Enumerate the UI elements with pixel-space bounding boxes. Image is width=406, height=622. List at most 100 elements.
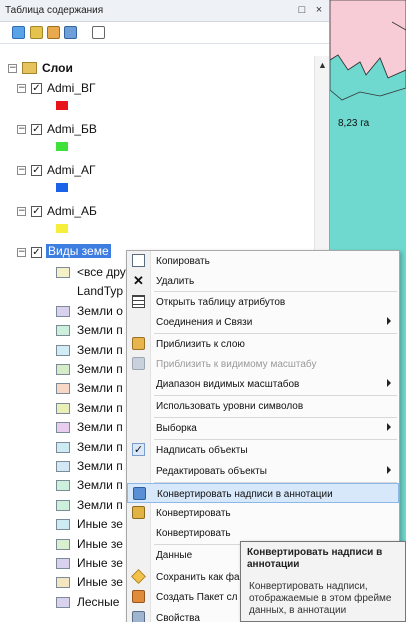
scroll-up-icon[interactable]: ▲: [318, 60, 327, 70]
list-by-visibility-icon[interactable]: [47, 26, 60, 39]
collapse-icon[interactable]: −: [17, 248, 26, 257]
legend-swatch: [56, 596, 70, 608]
legend-label: Земли п: [77, 478, 123, 493]
legend-label: Иные зе: [77, 556, 123, 570]
options-icon[interactable]: [92, 26, 105, 39]
legend-swatch: [56, 519, 70, 531]
legend-label: Земли п: [77, 381, 123, 396]
root-layers-row[interactable]: − Слои: [0, 59, 314, 77]
pin-icon[interactable]: □: [295, 3, 309, 17]
visibility-checkbox[interactable]: ✓: [31, 124, 42, 135]
legend-swatch: [56, 402, 70, 414]
legend-label: Иные зе: [77, 517, 123, 532]
zoom-to-layer-icon: [132, 337, 145, 350]
menu-item-label: Копировать: [156, 256, 210, 267]
menu-item-label: Создать Пакет сл: [156, 592, 238, 603]
menu-item-label: Редактировать объекты: [156, 466, 267, 477]
layer-row[interactable]: − ✓ Admi_АБ: [0, 202, 314, 220]
legend-label: Земли п: [77, 439, 123, 454]
list-by-source-icon[interactable]: [30, 26, 43, 39]
convert-labels-icon: [133, 487, 146, 500]
menu-item-label: Удалить: [156, 276, 195, 287]
selected-layer-label: Виды земе: [46, 244, 111, 258]
legend-label: LandTyp: [77, 284, 124, 299]
list-by-drawing-order-icon[interactable]: [12, 26, 25, 39]
menu-item[interactable]: Копировать: [127, 251, 399, 271]
properties-icon: [132, 611, 145, 622]
visibility-checkbox[interactable]: ✓: [31, 83, 42, 94]
menu-item[interactable]: Выборка: [127, 418, 399, 438]
menu-item-label: Приблизить к слою: [156, 339, 245, 350]
menu-item[interactable]: Конвертировать: [127, 503, 399, 523]
menu-item[interactable]: Использовать уровни символов: [127, 396, 399, 416]
legend-label: Иные зе: [77, 575, 123, 590]
layers-folder-icon: [22, 62, 37, 74]
legend-swatch: [56, 325, 70, 337]
menu-item-label: Соединения и Связи: [156, 317, 253, 328]
layer-label: Admi_БВ: [47, 122, 97, 136]
menu-item: Приблизить к видимому масштабу: [127, 354, 399, 374]
legend-label: <все дру: [77, 265, 126, 279]
layer-swatch: [56, 142, 68, 151]
zoom-to-visible-scale-icon: [132, 357, 145, 370]
root-label: Слои: [42, 61, 73, 75]
layer-row[interactable]: − ✓ Admi_ВГ: [0, 79, 314, 97]
legend-label: Земли п: [77, 323, 123, 338]
legend-swatch: [56, 344, 70, 356]
check-icon: ✓: [132, 443, 145, 456]
legend-swatch: [56, 538, 70, 550]
menu-item-label: Свойства: [156, 613, 200, 622]
legend-swatch: [56, 577, 70, 589]
menu-item[interactable]: Диапазон видимых масштабов: [127, 374, 399, 394]
menu-item-label: Диапазон видимых масштабов: [156, 379, 300, 390]
legend-label: Земли п: [77, 342, 123, 357]
menu-item-label: Данные: [156, 550, 193, 561]
submenu-arrow-icon: [387, 423, 391, 431]
menu-item-label: Сохранить как фа: [156, 572, 240, 583]
visibility-checkbox[interactable]: ✓: [31, 206, 42, 217]
collapse-icon[interactable]: −: [17, 125, 26, 134]
legend-label: Земли п: [77, 400, 123, 415]
legend-label: Земли о: [77, 303, 123, 318]
legend-label: Земли п: [77, 362, 123, 376]
menu-item-label: Выборка: [156, 423, 197, 434]
command-tooltip: Конвертировать надписи в аннотации Конве…: [240, 541, 406, 622]
menu-item[interactable]: Редактировать объекты: [127, 461, 399, 481]
layer-row[interactable]: − ✓ Admi_БВ: [0, 120, 314, 138]
legend-swatch: [56, 422, 70, 434]
menu-item-label: Конвертировать надписи в аннотации: [157, 489, 333, 500]
legend-swatch: [56, 364, 70, 375]
layer-swatch: [56, 183, 68, 192]
menu-item-label: Конвертировать: [156, 508, 231, 519]
create-package-icon: [132, 590, 145, 603]
submenu-arrow-icon: [387, 379, 391, 387]
tooltip-title: Конвертировать надписи в аннотации: [247, 547, 383, 570]
legend-label: Иные зе: [77, 536, 123, 551]
menu-item[interactable]: Конвертировать: [127, 523, 399, 543]
close-icon[interactable]: ×: [312, 3, 326, 17]
layer-row[interactable]: − ✓ Admi_АГ: [0, 161, 314, 179]
convert-features-icon: [132, 506, 145, 519]
toc-title: Таблица содержания: [5, 5, 104, 16]
menu-item-label: Конвертировать: [156, 528, 231, 539]
layer-swatch: [56, 224, 68, 233]
collapse-icon[interactable]: −: [17, 207, 26, 216]
visibility-checkbox[interactable]: ✓: [31, 165, 42, 176]
layer-label: Admi_ВГ: [47, 81, 96, 95]
collapse-icon[interactable]: −: [17, 166, 26, 175]
submenu-arrow-icon: [387, 317, 391, 325]
menu-item-label: Надписать объекты: [156, 445, 248, 456]
menu-item[interactable]: Открыть таблицу атрибутов: [127, 292, 399, 312]
toc-toolbar: [0, 22, 329, 44]
menu-item[interactable]: ✓ Надписать объекты: [127, 440, 399, 460]
menu-item[interactable]: ✕ Удалить: [127, 271, 399, 291]
collapse-icon[interactable]: −: [8, 64, 17, 73]
menu-item[interactable]: Конвертировать надписи в аннотации: [127, 483, 399, 503]
collapse-icon[interactable]: −: [17, 84, 26, 93]
visibility-checkbox[interactable]: ✓: [31, 247, 42, 258]
menu-item[interactable]: Приблизить к слою: [127, 334, 399, 354]
menu-item[interactable]: Соединения и Связи: [127, 312, 399, 332]
toc-title-bar: Таблица содержания □ ×: [0, 0, 329, 22]
list-by-selection-icon[interactable]: [64, 26, 77, 39]
legend-swatch: [56, 558, 70, 569]
